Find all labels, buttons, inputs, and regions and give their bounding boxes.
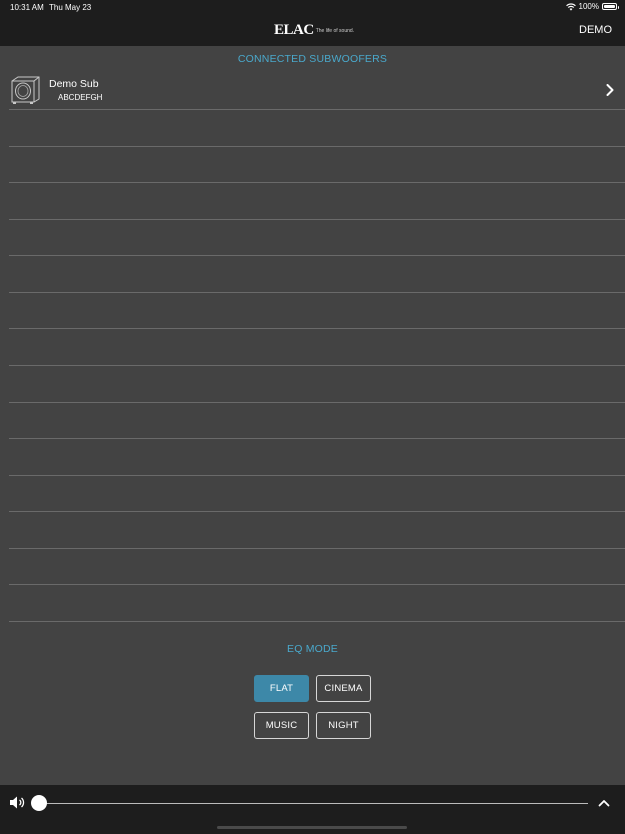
list-divider [9, 475, 625, 476]
list-divider [9, 365, 625, 366]
list-divider [9, 328, 625, 329]
elac-logo: ELAC The life of sound. [274, 23, 354, 38]
eq-cinema-button[interactable]: CINEMA [316, 675, 371, 702]
demo-button[interactable]: DEMO [579, 24, 612, 36]
device-serial: ABCDEFGH [58, 93, 103, 102]
list-divider [9, 584, 625, 585]
list-divider [9, 146, 625, 147]
list-divider [9, 548, 625, 549]
list-divider [9, 511, 625, 512]
battery-percentage: 100% [578, 2, 599, 11]
subwoofer-list-item[interactable]: Demo Sub ABCDEFGH [9, 72, 625, 109]
nav-bar: ELAC The life of sound. DEMO [0, 14, 625, 46]
subwoofer-icon [11, 76, 40, 104]
list-divider [9, 621, 625, 622]
connected-subwoofers-title: CONNECTED SUBWOOFERS [237, 53, 388, 65]
volume-slider-thumb[interactable] [31, 795, 47, 811]
status-date: Thu May 23 [49, 3, 92, 12]
list-divider [9, 402, 625, 403]
logo-mark: ELAC [274, 22, 314, 38]
list-divider [9, 292, 625, 293]
volume-bar [0, 785, 625, 821]
home-indicator-area [0, 821, 625, 834]
status-indicators: 100% [565, 2, 619, 11]
eq-flat-button[interactable]: FLAT [254, 675, 309, 702]
volume-slider-track[interactable] [38, 802, 588, 804]
list-divider [9, 219, 625, 220]
home-indicator[interactable] [217, 826, 407, 829]
chevron-right-icon[interactable] [604, 84, 616, 96]
list-divider [9, 438, 625, 439]
wifi-icon [565, 2, 576, 11]
eq-music-button[interactable]: MUSIC [254, 712, 309, 739]
device-name: Demo Sub [49, 78, 99, 90]
logo-tagline: The life of sound. [315, 28, 355, 34]
eq-mode-title: EQ MODE [287, 643, 338, 655]
speaker-icon[interactable] [9, 795, 26, 810]
list-divider [9, 182, 625, 183]
eq-night-button[interactable]: NIGHT [316, 712, 371, 739]
chevron-up-icon[interactable] [598, 797, 610, 809]
battery-icon [602, 3, 619, 10]
status-time: 10:31 AM [10, 3, 44, 12]
list-divider [9, 109, 625, 110]
status-bar: 10:31 AM Thu May 23 100% [0, 0, 625, 14]
list-divider [9, 255, 625, 256]
